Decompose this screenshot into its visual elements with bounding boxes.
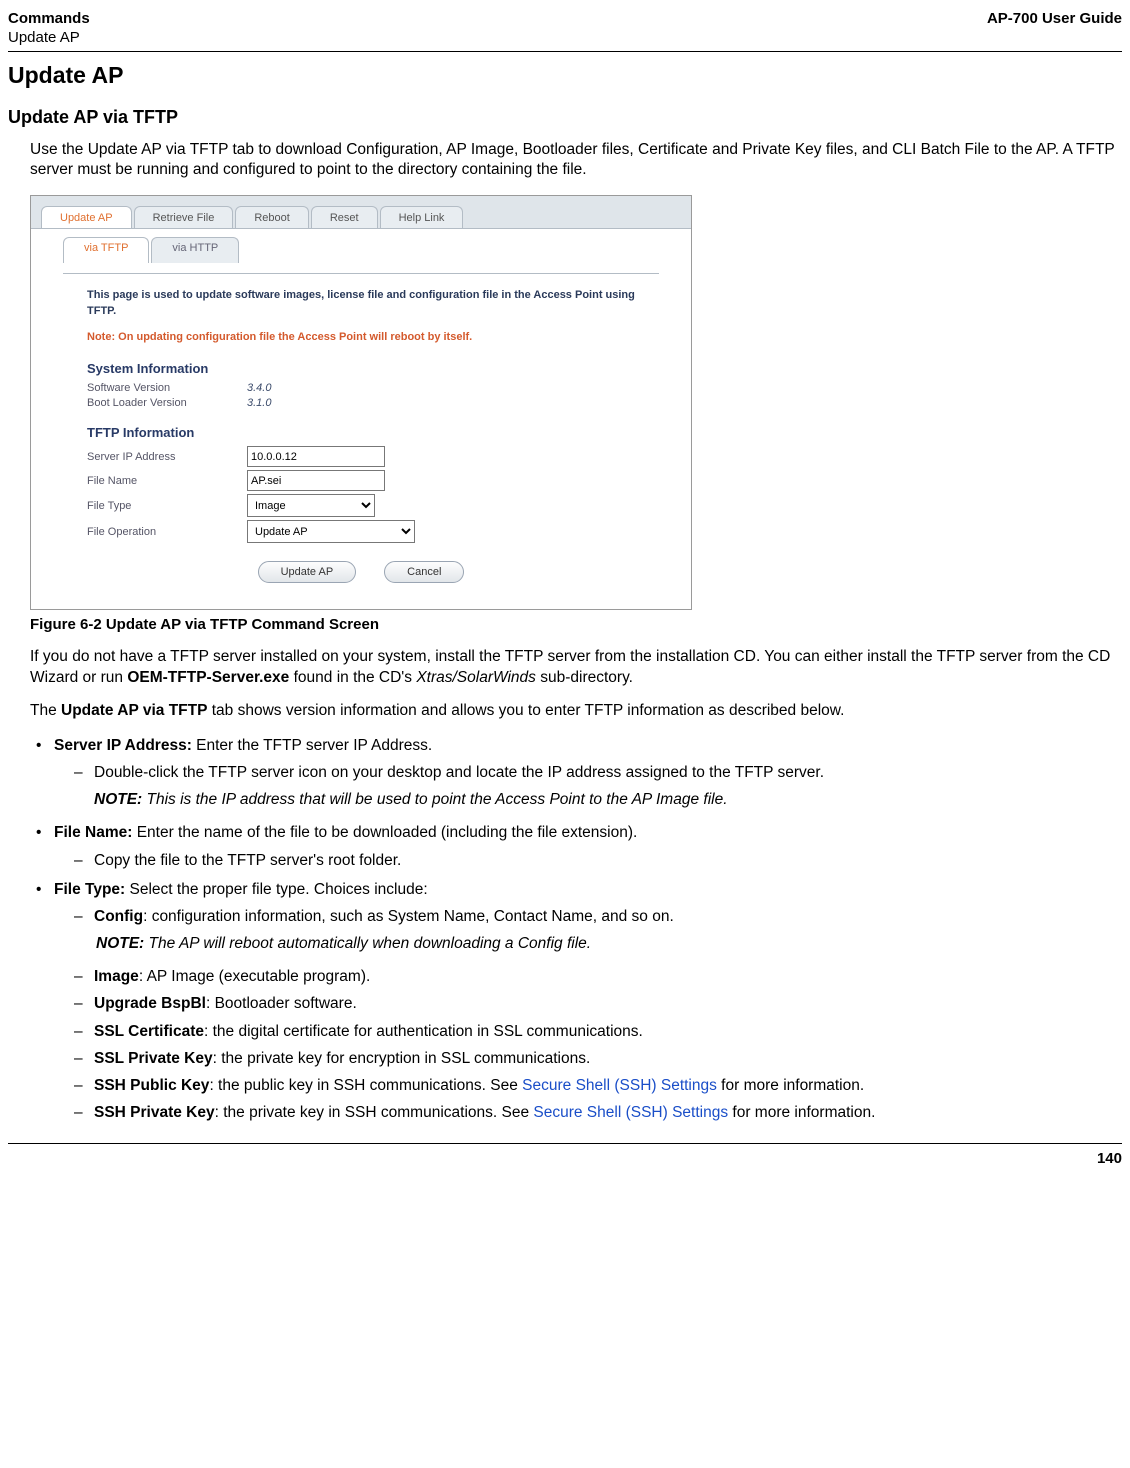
panel-description: This page is used to update software ima… bbox=[87, 288, 635, 319]
list-item-doubleclick: Double-click the TFTP server icon on you… bbox=[66, 761, 1122, 784]
software-version-value: 3.4.0 bbox=[247, 382, 271, 394]
header-updateap: Update AP bbox=[8, 29, 80, 46]
page-header: Commands Update AP AP-700 User Guide bbox=[8, 10, 1122, 52]
server-ip-input[interactable] bbox=[247, 446, 385, 467]
file-type-select[interactable]: Image bbox=[247, 494, 375, 517]
cancel-button[interactable]: Cancel bbox=[384, 561, 464, 583]
list-item-upgrade-bspbl: Upgrade BspBl: Bootloader software. bbox=[66, 992, 1122, 1015]
software-version-row: Software Version 3.4.0 bbox=[87, 382, 635, 394]
header-left: Commands Update AP bbox=[8, 10, 90, 48]
page-title: Update AP bbox=[8, 62, 1122, 89]
panel-note: Note: On updating configuration file the… bbox=[87, 331, 635, 343]
list-item-config: Config: configuration information, such … bbox=[66, 905, 1122, 955]
tab-update-ap[interactable]: Update AP bbox=[41, 206, 132, 228]
tab-help-link[interactable]: Help Link bbox=[380, 206, 464, 228]
page-footer: 140 bbox=[8, 1143, 1122, 1167]
list-item-file-name: File Name: Enter the name of the file to… bbox=[30, 821, 1122, 872]
field-list: Server IP Address: Enter the TFTP server… bbox=[30, 734, 1122, 1125]
list-item-ssl-cert: SSL Certificate: the digital certificate… bbox=[66, 1020, 1122, 1043]
button-row: Update AP Cancel bbox=[87, 561, 635, 583]
list-item-image: Image: AP Image (executable program). bbox=[66, 965, 1122, 988]
header-commands: Commands bbox=[8, 10, 90, 27]
sub-tab-row: via TFTP via HTTP bbox=[63, 237, 691, 263]
bootloader-version-row: Boot Loader Version 3.1.0 bbox=[87, 397, 635, 409]
file-operation-label: File Operation bbox=[87, 526, 247, 538]
list-item-file-type: File Type: Select the proper file type. … bbox=[30, 878, 1122, 1125]
software-version-label: Software Version bbox=[87, 382, 247, 394]
link-ssh-settings-1[interactable]: Secure Shell (SSH) Settings bbox=[522, 1077, 717, 1094]
tab-reset[interactable]: Reset bbox=[311, 206, 378, 228]
subtab-via-http[interactable]: via HTTP bbox=[151, 237, 239, 263]
figure-caption: Figure 6-2 Update AP via TFTP Command Sc… bbox=[30, 616, 1122, 633]
server-ip-row: Server IP Address bbox=[87, 446, 635, 467]
tftp-install-paragraph: If you do not have a TFTP server install… bbox=[30, 647, 1122, 689]
tab-description-paragraph: The Update AP via TFTP tab shows version… bbox=[30, 701, 1122, 722]
list-item-copy-file: Copy the file to the TFTP server's root … bbox=[66, 849, 1122, 872]
header-right: AP-700 User Guide bbox=[987, 10, 1122, 48]
list-item-server-ip: Server IP Address: Enter the TFTP server… bbox=[30, 734, 1122, 811]
system-info-title: System Information bbox=[87, 361, 635, 376]
file-name-row: File Name bbox=[87, 470, 635, 491]
list-item-ssh-private-key: SSH Private Key: the private key in SSH … bbox=[66, 1101, 1122, 1124]
note-config: NOTE: The AP will reboot automatically w… bbox=[96, 934, 1122, 955]
server-ip-label: Server IP Address bbox=[87, 451, 247, 463]
list-item-ssh-public-key: SSH Public Key: the public key in SSH co… bbox=[66, 1074, 1122, 1097]
tftp-info-title: TFTP Information bbox=[87, 425, 635, 440]
file-operation-select[interactable]: Update AP bbox=[247, 520, 415, 543]
note-ip: NOTE: This is the IP address that will b… bbox=[94, 790, 1122, 811]
link-ssh-settings-2[interactable]: Secure Shell (SSH) Settings bbox=[533, 1104, 728, 1121]
page-number: 140 bbox=[1097, 1150, 1122, 1167]
intro-paragraph: Use the Update AP via TFTP tab to downlo… bbox=[30, 140, 1122, 182]
panel: This page is used to update software ima… bbox=[63, 274, 659, 591]
list-item-ssl-private-key: SSL Private Key: the private key for enc… bbox=[66, 1047, 1122, 1070]
bootloader-version-value: 3.1.0 bbox=[247, 397, 271, 409]
update-ap-button[interactable]: Update AP bbox=[258, 561, 357, 583]
file-operation-row: File Operation Update AP bbox=[87, 520, 635, 543]
file-type-label: File Type bbox=[87, 500, 247, 512]
file-name-input[interactable] bbox=[247, 470, 385, 491]
tab-reboot[interactable]: Reboot bbox=[235, 206, 308, 228]
main-tab-row: Update AP Retrieve File Reboot Reset Hel… bbox=[31, 196, 691, 229]
config-screenshot: Update AP Retrieve File Reboot Reset Hel… bbox=[30, 195, 692, 610]
section-title: Update AP via TFTP bbox=[8, 107, 1122, 128]
file-name-label: File Name bbox=[87, 475, 247, 487]
bootloader-version-label: Boot Loader Version bbox=[87, 397, 247, 409]
tab-retrieve-file[interactable]: Retrieve File bbox=[134, 206, 234, 228]
subtab-via-tftp[interactable]: via TFTP bbox=[63, 237, 149, 263]
file-type-row: File Type Image bbox=[87, 494, 635, 517]
